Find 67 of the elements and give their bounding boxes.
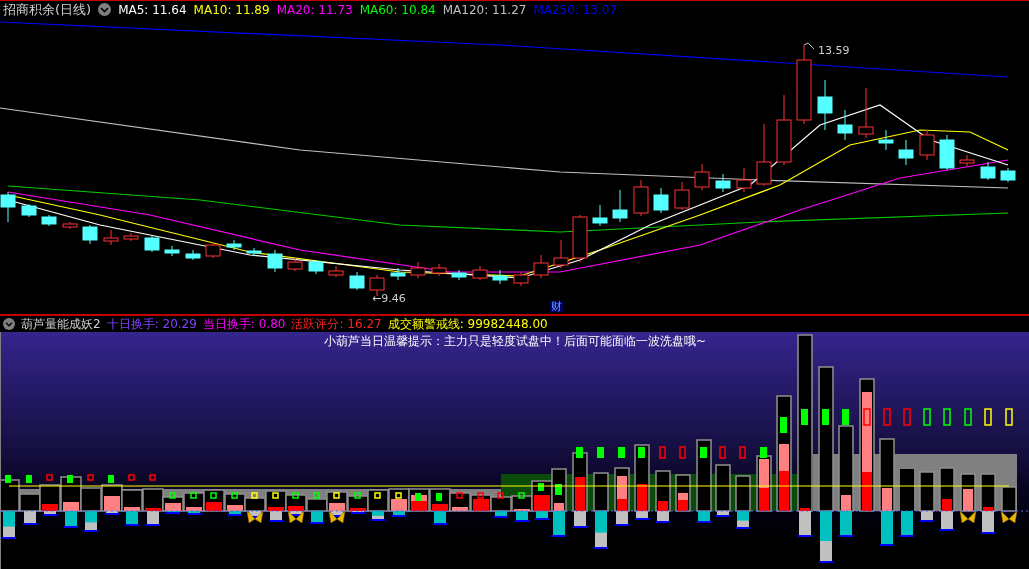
moving-average-label: MA5: 11.64	[118, 3, 187, 16]
candlestick	[226, 239, 242, 251]
candlestick	[898, 139, 914, 166]
candlestick	[82, 224, 98, 245]
moving-average-label: MA120: 11.27	[442, 3, 527, 16]
candlestick	[939, 134, 955, 171]
candlestick	[756, 123, 772, 187]
candlestick	[878, 129, 894, 151]
candlestick	[123, 232, 139, 242]
candlestick	[533, 254, 549, 279]
candlestick	[736, 167, 752, 193]
candlestick	[390, 267, 406, 281]
candlestick	[1000, 167, 1016, 183]
candlestick	[328, 265, 344, 278]
candlestick	[410, 261, 426, 279]
candlestick	[633, 179, 649, 217]
candlestick	[451, 269, 467, 281]
candlestick	[959, 154, 975, 167]
candlestick	[164, 245, 180, 257]
candlestick	[21, 203, 37, 218]
candlestick	[287, 257, 303, 272]
candlestick	[513, 271, 529, 287]
candlestick	[41, 214, 57, 227]
indicator-reading: 当日换手: 0.80	[202, 318, 286, 330]
candlestick	[0, 191, 16, 223]
event-marker[interactable]: 财	[550, 301, 563, 312]
candlestick	[553, 239, 569, 269]
candlestick	[62, 221, 78, 230]
chevron-down-icon[interactable]	[3, 318, 15, 330]
candlestick	[817, 79, 833, 131]
candlestick	[267, 249, 283, 273]
candlestick	[674, 181, 690, 211]
candlestick	[592, 204, 608, 227]
tip-text: 小葫芦当日温馨提示：主力只是轻度试盘中！后面可能面临一波洗盘哦~	[323, 335, 707, 347]
moving-average-label: MA20: 11.73	[276, 3, 353, 16]
candlestick	[472, 265, 488, 281]
candlestick	[431, 263, 447, 277]
chart-title: 招商积余(日线)	[3, 3, 92, 16]
candlestick	[492, 269, 508, 285]
moving-average-label: MA60: 10.84	[359, 3, 436, 16]
candlestick	[349, 271, 365, 291]
candlestick	[103, 229, 119, 246]
indicator-reading: 成交额警戒线: 99982448.00	[387, 318, 548, 330]
indicator-title: 葫芦量能成妖2	[21, 318, 101, 330]
candlestick	[205, 241, 221, 259]
candlestick	[919, 129, 935, 161]
candlestick	[980, 161, 996, 181]
moving-average-label: MA250: 13.07	[533, 3, 618, 16]
candlestick	[308, 259, 324, 275]
candlestick	[776, 94, 792, 166]
candlestick	[185, 249, 201, 261]
candlestick	[715, 173, 731, 193]
candlestick	[144, 235, 160, 253]
candlestick	[612, 189, 628, 223]
candlestick	[837, 109, 853, 141]
candlestick	[653, 187, 669, 214]
indicator-reading: 十日换手: 20.29	[106, 318, 197, 330]
candlestick	[246, 247, 262, 257]
candlestick	[858, 87, 874, 139]
high-price-label: 13.59	[818, 45, 850, 56]
candlestick	[694, 163, 710, 191]
leader-line	[803, 42, 815, 50]
chevron-down-icon[interactable]	[98, 3, 112, 16]
indicator-reading: 活跃评分: 16.27	[291, 318, 382, 330]
moving-average-label: MA10: 11.89	[193, 3, 270, 16]
candlestick	[572, 214, 588, 263]
low-price-label: ←9.46	[372, 293, 406, 304]
